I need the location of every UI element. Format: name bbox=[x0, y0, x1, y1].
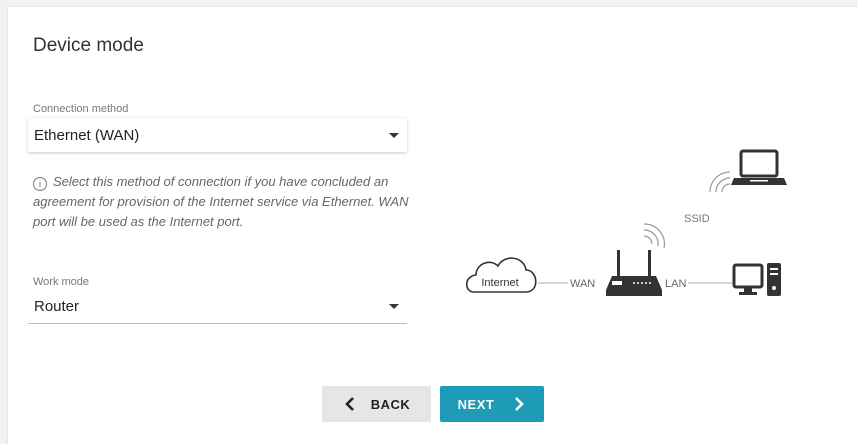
info-icon: i bbox=[33, 177, 47, 191]
connection-method-value: Ethernet (WAN) bbox=[34, 126, 140, 144]
work-mode-select[interactable]: Router bbox=[28, 290, 407, 324]
connection-hint: i Select this method of connection if you… bbox=[33, 172, 413, 232]
next-button-label: NEXT bbox=[457, 396, 495, 412]
back-button-label: BACK bbox=[370, 396, 411, 412]
internet-label: Internet bbox=[481, 277, 518, 289]
page-title: Device mode bbox=[33, 35, 144, 56]
chevron-down-icon bbox=[389, 132, 399, 138]
chevron-right-icon bbox=[515, 397, 525, 411]
chevron-down-icon bbox=[389, 304, 399, 309]
connection-method-select[interactable]: Ethernet (WAN) bbox=[28, 118, 407, 152]
chevron-left-icon bbox=[344, 397, 354, 411]
work-mode-value: Router bbox=[34, 298, 80, 315]
hint-text: Select this method of connection if you … bbox=[33, 174, 409, 229]
next-button[interactable]: NEXT bbox=[440, 386, 544, 422]
wifi-signal-icon bbox=[709, 171, 731, 193]
laptop-icon bbox=[731, 149, 787, 185]
connection-method-label: Connection method bbox=[33, 103, 129, 115]
wifi-signal-icon bbox=[643, 223, 665, 249]
back-button[interactable]: BACK bbox=[322, 386, 431, 422]
work-mode-label: Work mode bbox=[33, 276, 90, 288]
lan-label: LAN bbox=[665, 278, 686, 290]
network-diagram: Internet WAN LAN SSID bbox=[465, 149, 787, 296]
router-icon bbox=[606, 250, 662, 296]
desktop-computer-icon bbox=[732, 263, 781, 296]
wan-label: WAN bbox=[570, 278, 595, 290]
ssid-label: SSID bbox=[684, 213, 710, 225]
